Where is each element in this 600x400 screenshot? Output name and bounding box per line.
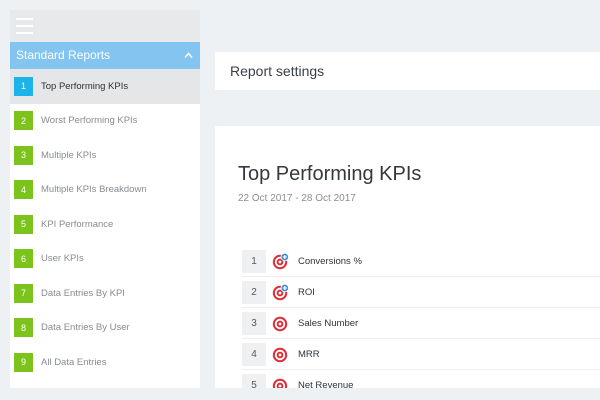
- sidebar-item-label: Worst Performing KPIs: [41, 115, 138, 127]
- sidebar-item-label: Top Performing KPIs: [41, 80, 129, 92]
- sidebar-item-number-badge: 5: [14, 214, 33, 234]
- section-header-label: Standard Reports: [16, 48, 111, 62]
- target-icon: [272, 346, 289, 363]
- sidebar-item-label: User KPIs: [41, 253, 84, 265]
- hamburger-menu-icon[interactable]: [16, 18, 33, 34]
- sidebar-item-7[interactable]: 7 Data Entries By KPI: [10, 276, 200, 311]
- sidebar-item-label: KPI Performance: [41, 218, 114, 230]
- kpi-rank: 4: [242, 342, 266, 366]
- app: Standard Reports 1 Top Performing KPIs 2 Wo…: [0, 0, 600, 400]
- kpi-name: Net Revenue: [298, 379, 354, 389]
- sidebar-item-label: Multiple KPIs Breakdown: [41, 184, 147, 196]
- sidebar-item-label: Multiple KPIs: [41, 149, 97, 161]
- report-title: Top Performing KPIs: [238, 163, 422, 185]
- sidebar-item-9[interactable]: 9 All Data Entries: [10, 345, 200, 380]
- kpi-name: ROI: [298, 286, 315, 298]
- sidebar-item-number-badge: 4: [14, 180, 33, 200]
- kpi-rank: 1: [242, 249, 266, 273]
- report-nav-list: 1 Top Performing KPIs 2 Worst Performing KP…: [10, 69, 200, 380]
- sidebar-item-number-badge: 7: [14, 283, 33, 303]
- kpi-list: 1 Conversions % 2 ROI 3 Sales Number 4 MRR 5 Net …: [242, 246, 600, 388]
- report-settings-title: Report settings: [230, 63, 325, 79]
- kpi-row[interactable]: 3 Sales Number: [242, 308, 600, 339]
- sidebar-item-label: Data Entries By User: [41, 322, 130, 334]
- sidebar-item-label: Data Entries By KPI: [41, 287, 125, 299]
- sidebar-item-6[interactable]: 6 User KPIs: [10, 242, 200, 277]
- sidebar-item-number-badge: 3: [14, 145, 33, 165]
- sidebar-item-1[interactable]: 1 Top Performing KPIs: [10, 69, 200, 104]
- sidebar-item-number-badge: 1: [14, 76, 33, 96]
- target-plus-icon: [272, 283, 289, 301]
- kpi-rank: 3: [242, 311, 266, 335]
- sidebar: Standard Reports 1 Top Performing KPIs 2 Wo…: [10, 10, 200, 388]
- target-icon: [272, 377, 289, 388]
- target-plus-icon: [272, 252, 289, 270]
- sidebar-item-number-badge: 8: [14, 318, 33, 338]
- section-header-standard-reports[interactable]: Standard Reports: [10, 42, 200, 69]
- kpi-row[interactable]: 4 MRR: [242, 339, 600, 370]
- sidebar-item-number-badge: 6: [14, 249, 33, 269]
- sidebar-item-4[interactable]: 4 Multiple KPIs Breakdown: [10, 173, 200, 208]
- kpi-rank: 2: [242, 280, 266, 304]
- kpi-name: Sales Number: [298, 317, 359, 329]
- sidebar-item-number-badge: 2: [14, 111, 33, 131]
- report-panel: Top Performing KPIs 22 Oct 2017 - 28 Oct…: [215, 126, 600, 388]
- kpi-row[interactable]: 1 Conversions %: [242, 246, 600, 277]
- kpi-row[interactable]: 2 ROI: [242, 277, 600, 308]
- sidebar-item-3[interactable]: 3 Multiple KPIs: [10, 138, 200, 173]
- chevron-up-icon: [184, 42, 193, 80]
- kpi-row[interactable]: 5 Net Revenue: [242, 370, 600, 388]
- sidebar-item-label: All Data Entries: [41, 356, 107, 368]
- sidebar-item-2[interactable]: 2 Worst Performing KPIs: [10, 104, 200, 139]
- sidebar-item-8[interactable]: 8 Data Entries By User: [10, 311, 200, 346]
- sidebar-top-bar: [10, 10, 200, 42]
- kpi-name: MRR: [298, 348, 320, 360]
- kpi-name: Conversions %: [298, 255, 362, 267]
- report-settings-panel[interactable]: Report settings: [215, 52, 600, 90]
- kpi-rank: 5: [242, 373, 266, 388]
- sidebar-item-5[interactable]: 5 KPI Performance: [10, 207, 200, 242]
- report-date-range: 22 Oct 2017 - 28 Oct 2017: [238, 193, 356, 204]
- target-icon: [272, 315, 289, 332]
- sidebar-item-number-badge: 9: [14, 352, 33, 372]
